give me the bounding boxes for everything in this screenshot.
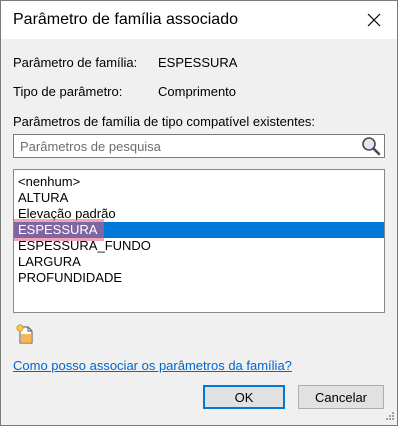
family-param-value: ESPESSURA [158, 55, 238, 70]
ok-button[interactable]: OK [203, 385, 285, 409]
dialog-title: Parâmetro de família associado [13, 11, 238, 28]
list-item-label: ALTURA [18, 190, 69, 205]
list-item-label: ESPESSURA [18, 222, 98, 237]
list-item[interactable]: PROFUNDIDADE [14, 270, 384, 286]
dialog-window: Parâmetro de família associado Parâmetro… [0, 0, 398, 426]
parameter-list[interactable]: <nenhum> ALTURA Elevação padrão ESPESSURA ES… [13, 169, 385, 313]
cancel-button[interactable]: Cancelar [298, 385, 384, 409]
list-item[interactable]: ESPESSURA_FUNDO [14, 238, 384, 254]
list-item[interactable]: <nenhum> [14, 174, 384, 190]
list-item[interactable]: LARGURA [14, 254, 384, 270]
list-item-label: LARGURA [18, 254, 81, 269]
list-item[interactable]: ESPESSURA [14, 219, 384, 241]
param-type-value: Comprimento [158, 84, 237, 99]
resize-grip-icon[interactable] [383, 411, 395, 423]
list-item-label: PROFUNDIDADE [18, 270, 123, 285]
list-item-label: ESPESSURA_FUNDO [18, 238, 151, 253]
title-bar: Parâmetro de família associado [1, 1, 397, 39]
search-input[interactable] [14, 135, 366, 157]
list-item[interactable]: ALTURA [14, 190, 384, 206]
list-item-label: <nenhum> [18, 174, 81, 189]
new-parameter-icon[interactable] [15, 323, 37, 345]
close-icon [367, 13, 381, 27]
family-param-label: Parâmetro de família: [13, 55, 138, 70]
param-type-label: Tipo de parâmetro: [13, 84, 123, 99]
compatible-params-label: Parâmetros de família de tipo compatível… [13, 114, 316, 129]
close-button[interactable] [351, 1, 397, 39]
search-box [13, 134, 385, 158]
search-icon[interactable] [360, 136, 382, 156]
help-link[interactable]: Como posso associar os parâmetros da fam… [13, 358, 292, 373]
